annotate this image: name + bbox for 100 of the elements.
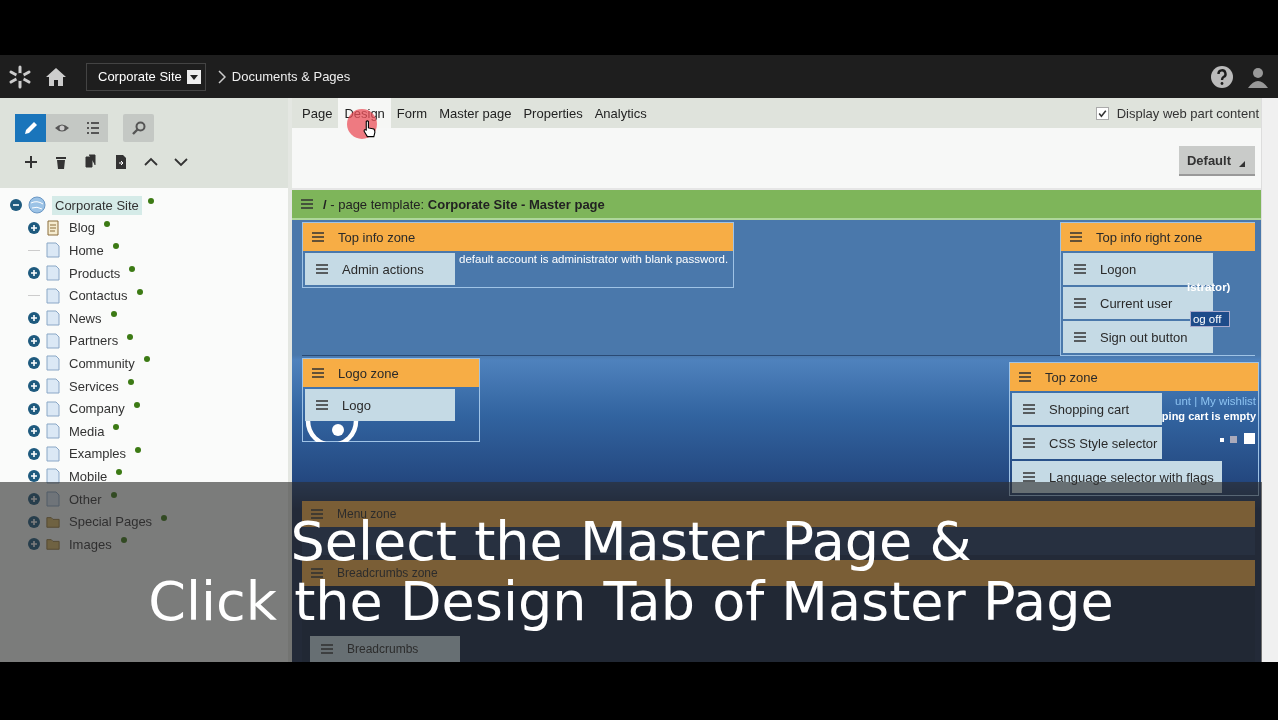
layout-dropdown-button[interactable]: Default [1178,146,1255,176]
tree-item[interactable]: Products [66,263,124,283]
web-part[interactable]: Shopping cart [1012,393,1162,425]
menu-icon[interactable] [1070,232,1082,242]
web-part[interactable]: Admin actions [305,253,455,285]
zone-title: Breadcrumbs zone [337,566,438,580]
expand-icon[interactable] [28,267,40,280]
site-selector[interactable]: Corporate Site [86,62,206,91]
status-dot [110,311,117,318]
log-off-button[interactable]: og off [1189,311,1231,327]
web-part-title: Breadcrumbs [347,642,419,656]
tree-item[interactable]: Mobile [66,466,111,486]
page-icon [46,287,60,304]
expand-icon[interactable] [28,357,40,370]
zone-header[interactable]: Top info right zone [1061,223,1255,251]
tab[interactable]: Page [296,98,339,128]
move-document-icon[interactable] [113,154,129,170]
status-dot [127,379,134,386]
status-dot [120,537,127,544]
tab[interactable]: Analytics [588,98,653,128]
web-part-title: Language selector with flags [1049,469,1214,485]
menu-icon[interactable] [1074,264,1086,274]
page-icon [46,332,60,349]
notice-text: default account is administrator with blank password. [459,253,729,265]
page-icon [46,468,60,485]
zone-title: Top zone [1045,369,1098,385]
tab[interactable]: Master page [433,98,518,128]
page-icon [46,445,60,462]
tree-item[interactable]: Company [66,399,128,419]
status-dot [133,401,140,408]
expand-icon[interactable] [28,221,40,234]
tree-item[interactable]: News [66,308,105,328]
web-part[interactable]: Logo [305,389,455,421]
status-dot [129,266,136,273]
menu-icon[interactable] [301,199,313,209]
tree-item[interactable]: Contactus [66,286,131,306]
status-dot [136,288,143,295]
page-icon [46,242,60,259]
style-size-icon[interactable] [1220,433,1256,445]
zone-header[interactable]: Logo zone [303,359,479,387]
web-part[interactable]: Language selector with flags [1012,461,1222,493]
tree-item[interactable]: Community [66,353,138,373]
status-dot [135,446,142,453]
status-dot [104,220,111,227]
menu-icon[interactable] [1074,332,1086,342]
tree-item[interactable]: Media [66,421,108,441]
web-part[interactable]: CSS Style selector [1012,427,1162,459]
breadcrumb-text: Documents & Pages [231,69,351,84]
preview-mode-button[interactable] [46,114,77,142]
expand-icon[interactable] [28,447,40,460]
web-part-title: CSS Style selector [1049,435,1158,451]
menu-icon[interactable] [316,264,328,274]
page-icon [46,378,60,395]
page-icon [46,310,60,327]
web-part-title: Logo [342,397,371,413]
globe-icon [28,196,46,215]
add-icon[interactable] [23,154,39,170]
list-mode-button[interactable] [77,114,108,142]
tree-item[interactable]: Corporate Site [52,195,142,215]
menu-icon[interactable] [1023,438,1035,448]
menu-icon[interactable] [1023,472,1035,482]
status-dot [110,492,117,498]
menu-icon[interactable] [1019,372,1031,382]
expand-icon[interactable] [28,380,40,393]
zone-title: Top info right zone [1096,229,1203,245]
trash-icon[interactable] [53,154,69,170]
web-part[interactable]: Logon [1063,253,1213,285]
folder-icon [46,536,60,553]
tree-item[interactable]: Services [66,376,122,396]
status-dot [143,356,150,363]
expand-icon[interactable] [28,425,40,438]
tab[interactable]: Properties [517,98,589,128]
menu-icon[interactable] [1074,298,1086,308]
tree-item[interactable]: Home [66,241,107,260]
menu-icon[interactable] [312,232,324,242]
collapse-icon[interactable] [10,199,22,212]
checkbox[interactable] [1095,106,1109,120]
expand-icon[interactable] [28,402,40,415]
web-part-title: Shopping cart [1049,401,1130,417]
web-part-title: Current user [1100,295,1173,311]
tree-item[interactable]: Blog [66,218,99,238]
zone-header[interactable]: Top zone [1010,363,1258,391]
expand-icon[interactable] [28,470,40,483]
menu-icon[interactable] [1023,404,1035,414]
snowflake-logo-icon[interactable] [8,64,32,89]
edit-mode-button[interactable] [15,114,46,142]
expand-icon[interactable] [28,312,40,325]
menu-icon[interactable] [312,368,324,378]
tab[interactable]: Form [390,98,434,128]
tree-item[interactable]: Examples [66,444,130,464]
help-icon[interactable] [1210,64,1234,89]
page-icon [46,423,60,440]
chevron-right-icon [217,69,226,84]
zone-header[interactable]: Top info zone [303,223,733,251]
search-button[interactable] [123,114,154,142]
tree-item[interactable]: Partners [66,331,122,351]
search-icon [130,120,147,136]
menu-icon[interactable] [316,400,328,410]
copy-icon[interactable] [83,154,99,170]
expand-icon[interactable] [28,334,40,347]
